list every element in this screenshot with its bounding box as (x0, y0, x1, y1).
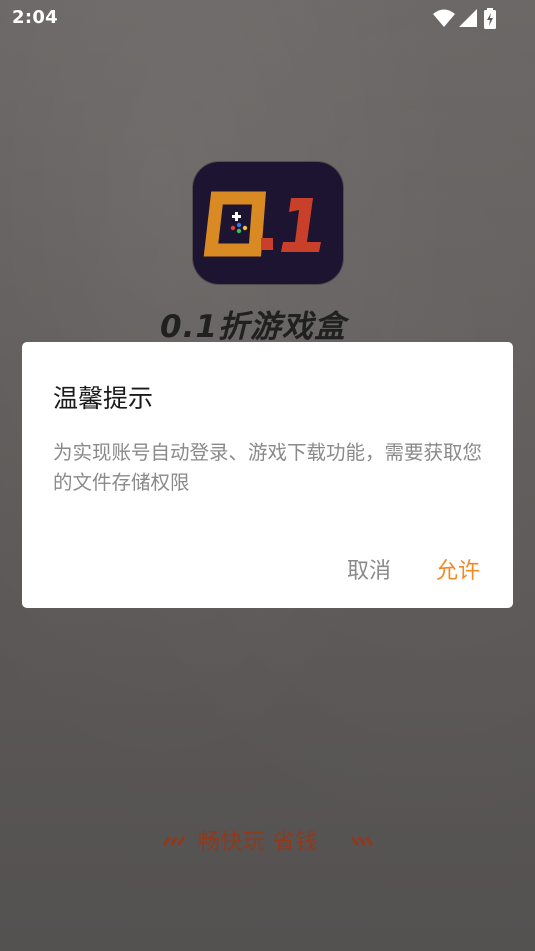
slogan-text: 畅快玩 省钱 (198, 830, 318, 855)
cancel-button[interactable]: 取消 (347, 553, 391, 585)
dialog-title: 温馨提示 (53, 384, 154, 413)
slogan: 畅快玩 省钱 (160, 822, 380, 858)
slash-decoration-left-icon (162, 836, 186, 846)
battery-charging-icon (484, 8, 496, 29)
cell-signal-icon (459, 9, 477, 27)
app-name: 0.1折游戏盒 (160, 309, 346, 345)
dialog-message: 为实现账号自动登录、游戏下载功能，需要获取您的文件存储权限 (53, 441, 483, 494)
permission-dialog: 温馨提示 为实现账号自动登录、游戏下载功能，需要获取您的文件存储权限 取消 允许 (22, 342, 513, 608)
status-bar: 2:04 (0, 0, 535, 36)
allow-button[interactable]: 允许 (436, 553, 480, 585)
status-time: 2:04 (12, 7, 58, 28)
wifi-icon (433, 9, 455, 27)
app-logo (193, 162, 343, 284)
slash-decoration-right-icon (350, 836, 374, 846)
status-icons (433, 8, 499, 29)
